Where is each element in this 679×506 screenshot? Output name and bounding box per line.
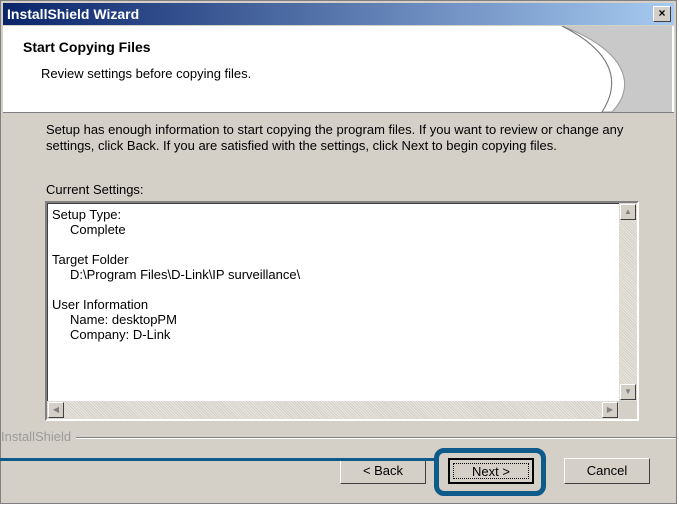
arrow-up-icon: ▲ — [624, 207, 632, 216]
installshield-wizard-window: InstallShield Wizard × Start Copying Fil… — [0, 0, 677, 504]
cancel-button[interactable]: Cancel — [564, 458, 650, 484]
target-folder-heading: Target Folder — [52, 252, 129, 267]
scroll-up-button[interactable]: ▲ — [620, 204, 636, 220]
title-bar[interactable]: InstallShield Wizard × — [3, 3, 674, 25]
horizontal-scrollbar[interactable]: ◀ ▶ — [47, 401, 619, 419]
scroll-down-button[interactable]: ▼ — [620, 384, 636, 400]
setup-type-value: Complete — [70, 222, 126, 237]
instructions-text: Setup has enough information to start co… — [46, 122, 624, 153]
close-icon: × — [658, 6, 666, 20]
callout-pointer-line — [0, 458, 436, 461]
current-settings-label: Current Settings: — [46, 182, 144, 197]
user-name-value: Name: desktopPM — [70, 312, 177, 327]
window-title: InstallShield Wizard — [7, 6, 140, 22]
current-settings-listbox[interactable]: Setup Type: Complete Target Folder D:\Pr… — [45, 201, 639, 421]
user-info-heading: User Information — [52, 297, 149, 312]
back-button-label: < Back — [362, 463, 404, 478]
footer-divider — [1, 437, 676, 439]
next-button-callout-highlight — [434, 448, 546, 496]
installshield-brand: InstallShield — [1, 429, 77, 444]
setup-type-heading: Setup Type: — [52, 207, 122, 222]
target-folder-value: D:\Program Files\D-Link\IP surveillance\ — [70, 267, 301, 282]
user-company-value: Company: D-Link — [70, 327, 171, 342]
arrow-right-icon: ▶ — [606, 405, 614, 414]
page-curl-graphic — [561, 26, 672, 112]
arrow-left-icon: ◀ — [52, 405, 60, 414]
wizard-header: Start Copying Files Review settings befo… — [3, 26, 674, 113]
scrollbar-corner — [619, 401, 637, 419]
settings-text-area[interactable]: Setup Type: Complete Target Folder D:\Pr… — [47, 203, 619, 401]
page-title: Start Copying Files — [23, 39, 151, 55]
close-button[interactable]: × — [653, 6, 671, 22]
vertical-scrollbar[interactable]: ▲ ▼ — [619, 203, 637, 401]
arrow-down-icon: ▼ — [624, 387, 632, 396]
scroll-right-button[interactable]: ▶ — [602, 402, 618, 418]
back-button[interactable]: < Back — [340, 458, 426, 484]
page-subtitle: Review settings before copying files. — [41, 66, 252, 81]
cancel-button-label: Cancel — [586, 463, 628, 478]
scroll-left-button[interactable]: ◀ — [48, 402, 64, 418]
